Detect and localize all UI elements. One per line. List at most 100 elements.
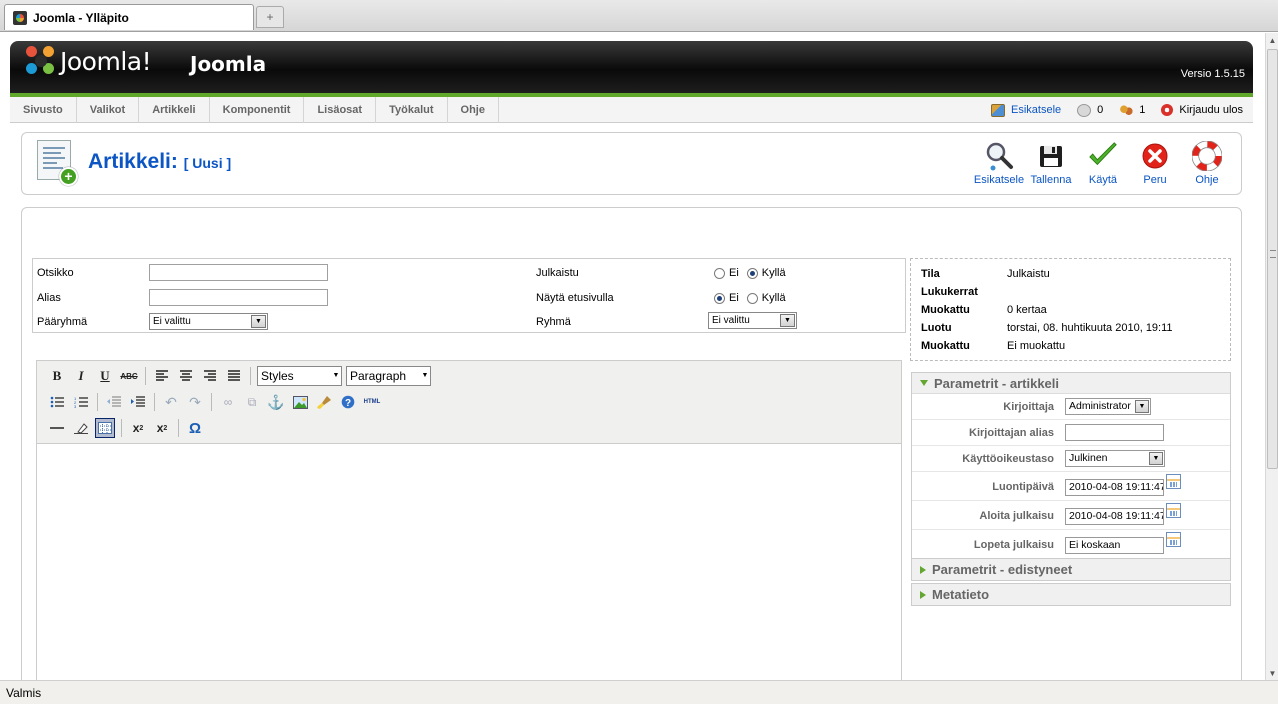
image-icon[interactable] [290, 392, 310, 412]
frontpage-yes-radio[interactable] [746, 292, 758, 304]
link-icon[interactable]: ∞ [218, 392, 238, 412]
align-justify-icon[interactable] [224, 366, 244, 386]
remove-format-icon[interactable] [71, 418, 91, 438]
param-row-publish-down: Lopeta julkaisu Ei koskaan [912, 530, 1230, 559]
info-row-status: Tila Julkaistu [921, 268, 1050, 280]
alias-input[interactable] [149, 289, 328, 306]
param-row-author-alias: Kirjoittajan alias [912, 420, 1230, 446]
menu-item-tyokalut[interactable]: Työkalut [376, 97, 448, 123]
calendar-icon[interactable] [1166, 474, 1181, 489]
online-users-count[interactable]: 1 [1139, 104, 1145, 116]
published-radio-group: Ei Kyllä [714, 267, 786, 279]
cleanup-brush-icon[interactable] [314, 392, 334, 412]
save-button[interactable]: Tallenna [1025, 141, 1077, 186]
browser-status-bar: Valmis [0, 680, 1278, 704]
unlink-icon[interactable]: ⧉ [242, 392, 262, 412]
special-character-icon[interactable]: Ω [185, 418, 205, 438]
published-yes-radio[interactable] [746, 267, 758, 279]
info-row-created: Luotu torstai, 08. huhtikuuta 2010, 19:1… [921, 322, 1173, 334]
floppy-disk-icon [1036, 141, 1066, 171]
calendar-icon[interactable] [1166, 532, 1181, 547]
underline-icon[interactable]: U [95, 366, 115, 386]
article-details-form: Otsikko Alias Pääryhmä Ei valittu ▼ Julk… [32, 258, 906, 333]
calendar-icon[interactable] [1166, 503, 1181, 518]
metadata-header[interactable]: Metatieto [912, 584, 1230, 605]
visual-aid-icon[interactable] [95, 418, 115, 438]
chevron-down-icon: ▼ [780, 314, 795, 327]
browser-tab-strip: Joomla - Ylläpito + [0, 0, 1278, 32]
joomla-logo: Joomla! [26, 46, 152, 76]
superscript-icon[interactable]: x2 [152, 418, 172, 438]
status-text: Valmis [6, 685, 42, 700]
menu-item-valikot[interactable]: Valikot [77, 97, 140, 123]
content-box: Otsikko Alias Pääryhmä Ei valittu ▼ Julk… [21, 207, 1242, 680]
numbered-list-icon[interactable]: 123 [71, 392, 91, 412]
chevron-down-icon: ▼ [251, 315, 266, 328]
created-date-input[interactable]: 2010-04-08 19:11:47 [1065, 479, 1164, 496]
param-row-author: Kirjoittaja Administrator ▼ [912, 394, 1230, 420]
preview-site-link[interactable]: Esikatsele [1011, 104, 1061, 116]
access-level-select[interactable]: Julkinen ▼ [1065, 450, 1165, 467]
triangle-right-icon [920, 590, 926, 599]
menu-item-artikkeli[interactable]: Artikkeli [139, 97, 210, 123]
triangle-right-icon [920, 565, 926, 574]
vertical-scrollbar[interactable]: ▲ ▼ [1265, 33, 1278, 680]
redo-icon[interactable]: ↷ [185, 392, 205, 412]
anchor-icon[interactable]: ⚓ [266, 392, 286, 412]
html-source-icon[interactable]: HTML [362, 392, 382, 412]
advanced-parameters-panel: Parametrit - edistyneet [911, 558, 1231, 581]
format-select[interactable]: Paragraph ▼ [346, 366, 431, 386]
menu-item-ohje[interactable]: Ohje [448, 97, 499, 123]
messages-count[interactable]: 0 [1097, 104, 1103, 116]
title-label: Otsikko [37, 267, 74, 279]
align-right-icon[interactable] [200, 366, 220, 386]
menu-item-sivusto[interactable]: Sivusto [10, 97, 77, 123]
published-no-radio[interactable] [714, 267, 725, 279]
undo-icon[interactable]: ↶ [161, 392, 181, 412]
browser-tab-title: Joomla - Ylläpito [33, 10, 129, 25]
align-center-icon[interactable] [176, 366, 196, 386]
category-label: Ryhmä [536, 316, 571, 328]
toolbar-box: + Artikkeli: [ Uusi ] Esikatsele Tallenn… [21, 132, 1242, 195]
indent-icon[interactable] [128, 392, 148, 412]
browser-tab[interactable]: Joomla - Ylläpito [4, 4, 254, 30]
joomla-logo-text: Joomla! [60, 46, 152, 76]
align-left-icon[interactable] [152, 366, 172, 386]
param-row-created: Luontipäivä 2010-04-08 19:11:47 [912, 472, 1230, 501]
title-input[interactable] [149, 264, 328, 281]
bold-icon[interactable]: B [47, 366, 67, 386]
preview-button[interactable]: Esikatsele [973, 141, 1025, 186]
scroll-up-arrow-icon[interactable]: ▲ [1266, 33, 1278, 47]
advanced-parameters-header[interactable]: Parametrit - edistyneet [912, 559, 1230, 580]
author-alias-input[interactable] [1065, 424, 1164, 441]
article-info-box: Tila Julkaistu Lukukerrat Muokattu 0 ker… [910, 258, 1231, 361]
frontpage-no-radio[interactable] [714, 292, 725, 304]
article-parameters-header[interactable]: Parametrit - artikkeli [912, 373, 1230, 394]
section-select[interactable]: Ei valittu ▼ [149, 313, 268, 330]
scrollbar-thumb[interactable] [1267, 49, 1278, 469]
content-editor: B I U ABC Styles ▼ Paragraph ▼ 1 2 3 ↶ ↷… [36, 360, 902, 680]
subscript-icon[interactable]: x2 [128, 418, 148, 438]
editor-text-area[interactable] [37, 445, 901, 680]
publish-down-input[interactable]: Ei koskaan [1065, 537, 1164, 554]
users-icon [1119, 103, 1134, 117]
outdent-icon[interactable] [104, 392, 124, 412]
cancel-button[interactable]: Peru [1129, 141, 1181, 186]
bullet-list-icon[interactable] [47, 392, 67, 412]
help-button[interactable]: Ohje [1181, 141, 1233, 186]
logout-link[interactable]: Kirjaudu ulos [1179, 104, 1243, 116]
menu-item-komponentit[interactable]: Komponentit [210, 97, 305, 123]
publish-up-input[interactable]: 2010-04-08 19:11:47 [1065, 508, 1164, 525]
scroll-down-arrow-icon[interactable]: ▼ [1266, 666, 1278, 680]
strikethrough-icon[interactable]: ABC [119, 366, 139, 386]
menu-item-lisaosat[interactable]: Lisäosat [304, 97, 377, 123]
help-icon[interactable]: ? [338, 392, 358, 412]
chevron-down-icon: ▼ [1149, 452, 1163, 465]
author-select[interactable]: Administrator ▼ [1065, 398, 1151, 415]
apply-button[interactable]: Käytä [1077, 141, 1129, 186]
horizontal-rule-icon[interactable] [47, 418, 67, 438]
new-tab-button[interactable]: + [256, 6, 284, 28]
italic-icon[interactable]: I [71, 366, 91, 386]
category-select[interactable]: Ei valittu ▼ [708, 312, 797, 329]
styles-select[interactable]: Styles ▼ [257, 366, 342, 386]
